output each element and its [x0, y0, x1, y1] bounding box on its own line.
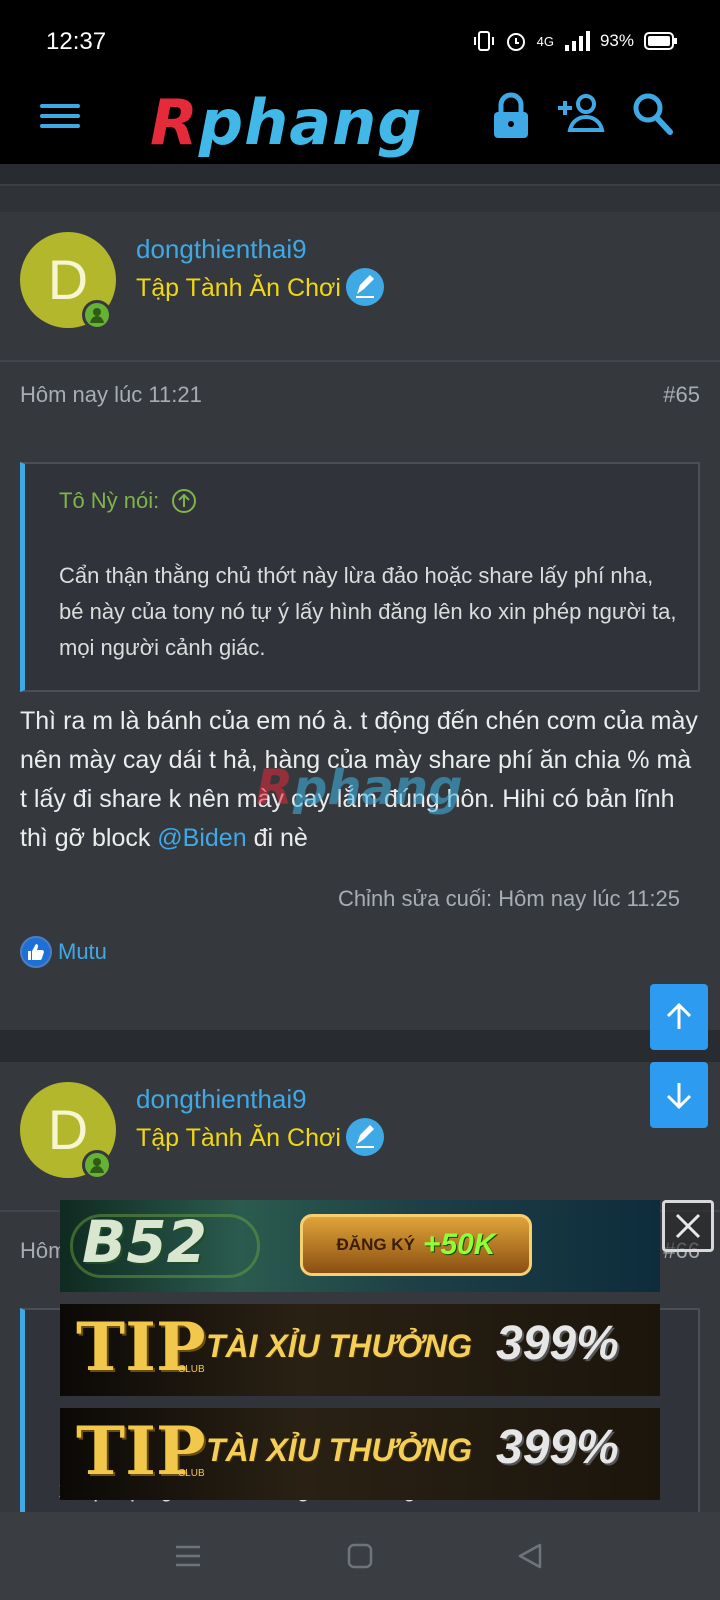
- logo-watermark: Rphang: [256, 760, 463, 816]
- scroll-up-button[interactable]: [650, 984, 708, 1050]
- arrow-up-circle-icon[interactable]: [171, 488, 197, 514]
- mention-link[interactable]: @Biden: [157, 824, 246, 852]
- verified-badge-icon: [346, 1118, 384, 1156]
- quote-author[interactable]: Tô Nỳ nói:: [59, 488, 197, 514]
- ad-logo-sub: CLUB: [178, 1364, 205, 1375]
- arrow-down-icon: [666, 1083, 692, 1110]
- user-title: Tập Tành Ăn Chơi: [136, 1124, 341, 1152]
- ad-close-button[interactable]: [662, 1200, 714, 1252]
- search-icon[interactable]: [632, 92, 674, 136]
- ad-banner-b52[interactable]: B52 ĐĂNG KÝ +50K: [60, 1200, 660, 1292]
- online-status-icon: [82, 1150, 112, 1180]
- battery-icon: [644, 32, 677, 50]
- post-divider: [0, 1030, 720, 1062]
- lock-icon[interactable]: [492, 92, 530, 140]
- username-link[interactable]: dongthienthai9: [136, 1084, 307, 1115]
- close-icon: [675, 1213, 701, 1239]
- online-status-icon: [82, 300, 112, 330]
- scroll-down-button[interactable]: [650, 1062, 708, 1128]
- ad-banner-tip-2[interactable]: TIP CLUB TÀI XỈU THƯỞNG 399%: [60, 1408, 660, 1500]
- ad-percent: 399%: [496, 1421, 619, 1474]
- user-title: Tập Tành Ăn Chơi: [136, 274, 341, 302]
- status-icons: 4G 93%: [473, 30, 678, 52]
- network-type: 4G: [536, 33, 554, 49]
- section-divider: [0, 164, 720, 186]
- verified-badge-icon: [346, 268, 384, 306]
- post-65: D dongthienthai9 Tập Tành Ăn Chơi Hôm na…: [0, 212, 720, 1032]
- vibrate-icon: [473, 31, 494, 51]
- ad-text: TÀI XỈU THƯỞNG: [206, 1432, 472, 1468]
- reaction-user[interactable]: Mutu: [58, 939, 107, 965]
- site-logo[interactable]: Rphang: [150, 86, 423, 159]
- post-header: D dongthienthai9 Tập Tành Ăn Chơi: [0, 1062, 720, 1212]
- post-header: D dongthienthai9 Tập Tành Ăn Chơi: [0, 212, 720, 362]
- post-date[interactable]: Hôm nay lúc 11:21: [20, 382, 202, 408]
- ad-percent: 399%: [496, 1317, 619, 1370]
- ad-text: TÀI XỈU THƯỞNG: [206, 1328, 472, 1364]
- ad-register-button[interactable]: ĐĂNG KÝ +50K: [300, 1214, 532, 1276]
- post-number[interactable]: #65: [663, 382, 700, 408]
- system-navigation-bar: [0, 1512, 720, 1600]
- ad-logo-sub: CLUB: [178, 1468, 205, 1479]
- back-icon[interactable]: [516, 1542, 544, 1570]
- top-navigation: Rphang: [0, 86, 720, 164]
- ad-logo: B52: [82, 1208, 207, 1276]
- last-edited: Chỉnh sửa cuối: Hôm nay lúc 11:25: [337, 886, 680, 911]
- battery-percent: 93%: [599, 31, 634, 50]
- alarm-icon: [506, 33, 525, 51]
- quote-block: Tô Nỳ nói: Cẩn thận thằng chủ thớt này l…: [20, 462, 700, 692]
- like-icon: [20, 936, 52, 968]
- quote-text: Cẩn thận thằng chủ thớt này lừa đảo hoặc…: [59, 563, 677, 660]
- arrow-up-icon: [666, 1002, 692, 1029]
- recent-apps-icon[interactable]: [174, 1542, 202, 1570]
- username-link[interactable]: dongthienthai9: [136, 234, 307, 265]
- status-bar: 12:37 4G 93%: [0, 0, 720, 86]
- menu-icon[interactable]: [40, 98, 80, 138]
- signal-icon: [564, 31, 590, 51]
- reaction-bar[interactable]: Mutu: [20, 936, 107, 968]
- ad-banner-tip-1[interactable]: TIP CLUB TÀI XỈU THƯỞNG 399%: [60, 1304, 660, 1396]
- status-time: 12:37: [46, 28, 107, 55]
- home-icon[interactable]: [346, 1542, 374, 1570]
- add-user-icon[interactable]: [556, 92, 606, 136]
